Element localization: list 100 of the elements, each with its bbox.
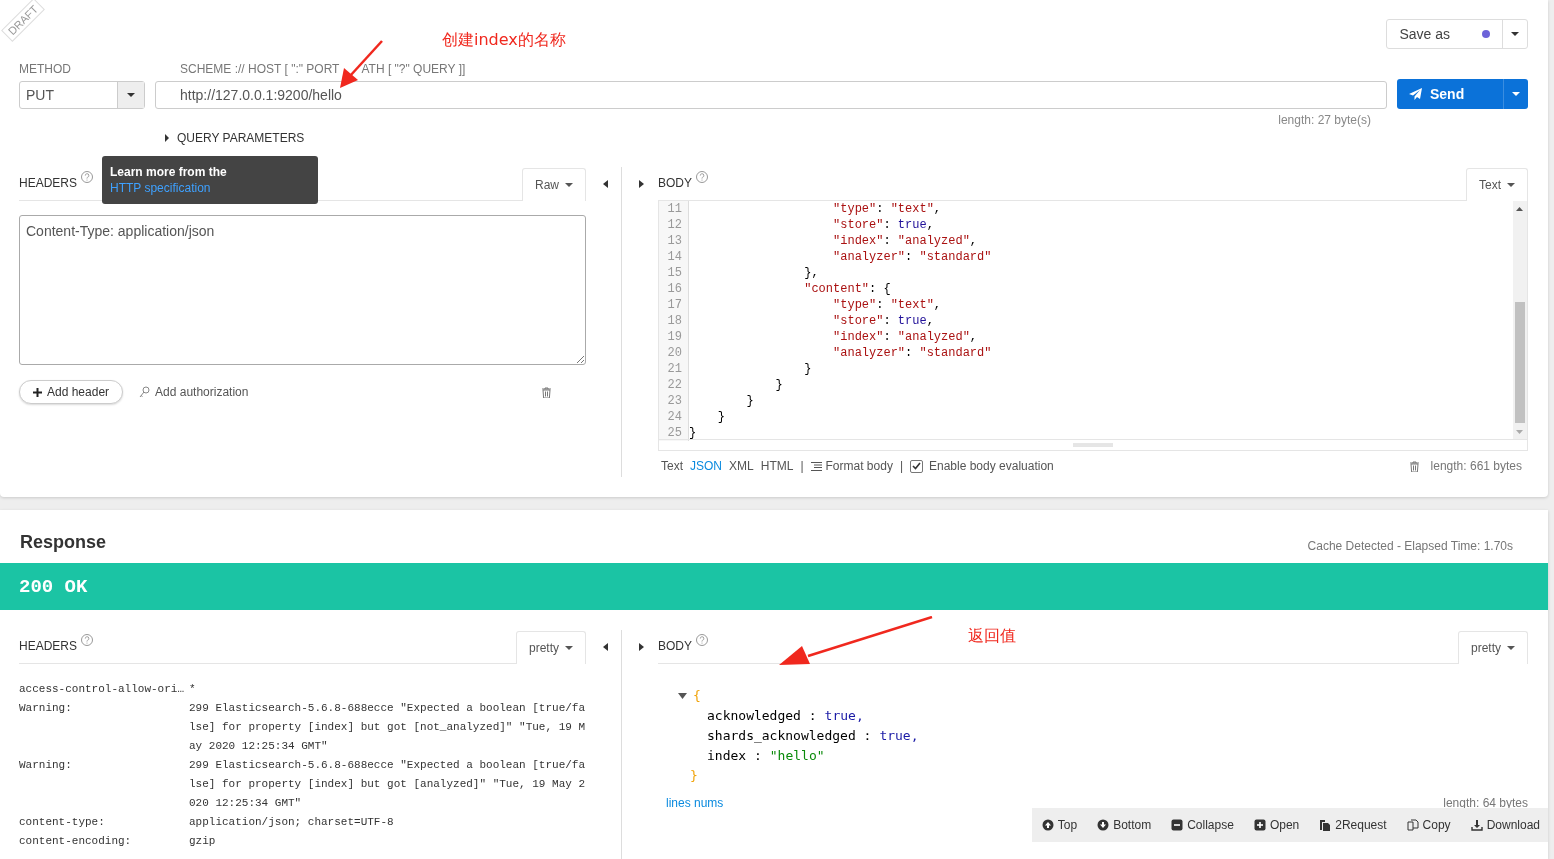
lines-nums-link[interactable]: lines nums	[666, 796, 724, 810]
query-parameters-toggle[interactable]: QUERY PARAMETERS	[165, 131, 305, 145]
caret-icon	[1507, 183, 1515, 187]
body-length: length: 661 bytes	[1430, 459, 1522, 473]
url-length: length: 27 byte(s)	[1278, 113, 1371, 127]
code-line: "type": "text",	[832, 201, 943, 217]
code-line: }	[803, 361, 813, 377]
caret-icon	[1507, 646, 1515, 650]
text-dropdown[interactable]: Text	[1466, 168, 1528, 201]
separator: |	[899, 459, 903, 473]
code-line: "type": "text",	[832, 297, 943, 313]
line-number: 21	[667, 362, 682, 376]
help-icon	[81, 634, 93, 646]
scroll-up-icon[interactable]	[1516, 207, 1523, 211]
http-specification-link[interactable]: HTTP specification	[110, 181, 211, 195]
json-entry: index : "hello"	[706, 747, 826, 765]
code-line: },	[803, 265, 820, 281]
method-label: METHOD	[19, 62, 72, 75]
url-label: SCHEME :// HOST [ ":" PORT	[180, 62, 340, 75]
format-tab[interactable]: JSON	[690, 459, 723, 473]
collapse-toggle-icon[interactable]	[678, 693, 687, 699]
format-tab[interactable]: HTML	[760, 459, 794, 473]
headers-field[interactable]: Content-Type: application/json	[19, 215, 586, 365]
checkbox-label: Enable body evaluation	[929, 459, 1054, 473]
code-line: "analyzer": "standard"	[832, 249, 993, 265]
brace: }	[690, 768, 698, 783]
pretty-dropdown[interactable]: pretty	[1458, 631, 1528, 664]
method-dropdown[interactable]: PUT	[19, 81, 145, 109]
line-number: 18	[667, 314, 682, 328]
separator: |	[800, 459, 804, 473]
help-icon	[81, 171, 93, 183]
annotation-text: 创建index的名称	[442, 30, 566, 51]
line-number: 22	[667, 378, 682, 392]
toolbar-button[interactable]: Top	[1041, 818, 1078, 832]
status-bar: 200 OK	[0, 563, 1548, 610]
status-dot-icon	[1482, 30, 1490, 38]
paper-plane-icon	[1409, 88, 1422, 100]
caret-icon	[565, 183, 573, 187]
arrow-up-icon	[1041, 819, 1054, 831]
code-line: "index": "analyzed",	[832, 329, 979, 345]
toolbar-button[interactable]: Bottom	[1097, 818, 1152, 832]
code-line: }	[745, 393, 755, 409]
header-name: Warning:	[19, 701, 73, 716]
url-label: ATH [ "?" QUERY ]]	[361, 62, 466, 75]
checkbox[interactable]	[910, 459, 923, 473]
toolbar-button[interactable]: Copy	[1406, 818, 1451, 832]
help-icon	[696, 171, 708, 183]
brace: {	[693, 687, 701, 705]
trash-icon[interactable]	[1409, 460, 1419, 472]
elapsed-time: Cache Detected - Elapsed Time: 1.70s	[1307, 539, 1513, 553]
json-entry: shards_acknowledged : true,	[706, 727, 920, 745]
caret-icon	[1511, 32, 1519, 36]
tooltip: Learn more from the HTTP specification	[102, 156, 318, 204]
code-line: "index": "analyzed",	[832, 233, 979, 249]
headers-title: HEADERS	[19, 639, 77, 653]
header-name: access-control-allow-ori…	[19, 682, 186, 697]
header-value: 299 Elasticsearch-5.6.8-688ecce "Expected a boolean [true/false] for property [index] but got [not_analyzed]" "Tue, 19 May 2020 12:25:34 GMT"	[189, 701, 586, 754]
copy-icon	[1406, 819, 1419, 831]
scrollbar[interactable]	[1513, 201, 1527, 440]
caret-icon	[1512, 92, 1520, 96]
plus-icon	[1253, 819, 1266, 831]
toolbar-button[interactable]: 2Request	[1319, 818, 1387, 832]
header-value: *	[189, 682, 197, 697]
annotation-text: 返回值	[968, 626, 1016, 647]
line-number: 13	[667, 234, 682, 248]
line-number: 19	[667, 330, 682, 344]
plus-icon	[33, 387, 42, 397]
code-line: }	[689, 425, 698, 441]
format-body-button[interactable]: Format body	[810, 459, 893, 473]
document-icon	[1319, 819, 1332, 831]
add-header-button[interactable]: Add header	[19, 380, 124, 404]
line-number: 17	[667, 298, 682, 312]
body-length: length: 64 bytes	[1443, 796, 1528, 810]
header-name: content-encoding:	[19, 834, 133, 849]
pretty-dropdown[interactable]: pretty	[516, 631, 586, 664]
send-button[interactable]: Send	[1397, 79, 1528, 109]
code-line: "store": true,	[832, 313, 935, 329]
key-icon	[139, 386, 151, 398]
toolbar-button[interactable]: Collapse	[1171, 818, 1234, 832]
toolbar-button[interactable]: Open	[1253, 818, 1300, 832]
minus-icon	[1171, 819, 1184, 831]
align-icon	[810, 461, 822, 471]
header-value: gzip	[189, 834, 217, 849]
body-title: BODY	[658, 639, 692, 653]
add-authorization-link[interactable]: Add authorization	[139, 385, 249, 399]
toolbar-button[interactable]: Download	[1470, 818, 1540, 832]
line-number: 20	[667, 346, 682, 360]
trash-icon[interactable]	[542, 386, 551, 398]
format-tab[interactable]: XML	[729, 459, 754, 473]
line-number: 11	[667, 202, 682, 216]
url-field[interactable]: http://127.0.0.1:9200/hello	[155, 81, 1387, 109]
header-name: Warning:	[19, 758, 73, 773]
caret-icon	[127, 93, 135, 97]
line-number: 24	[667, 410, 682, 424]
body-title: BODY	[658, 176, 692, 190]
format-tab[interactable]: Text	[661, 459, 683, 473]
resize-grip-icon[interactable]	[576, 355, 584, 363]
raw-dropdown[interactable]: Raw	[522, 168, 586, 201]
save-as-button[interactable]: Save as	[1386, 19, 1528, 49]
code-line: "store": true,	[832, 217, 935, 233]
